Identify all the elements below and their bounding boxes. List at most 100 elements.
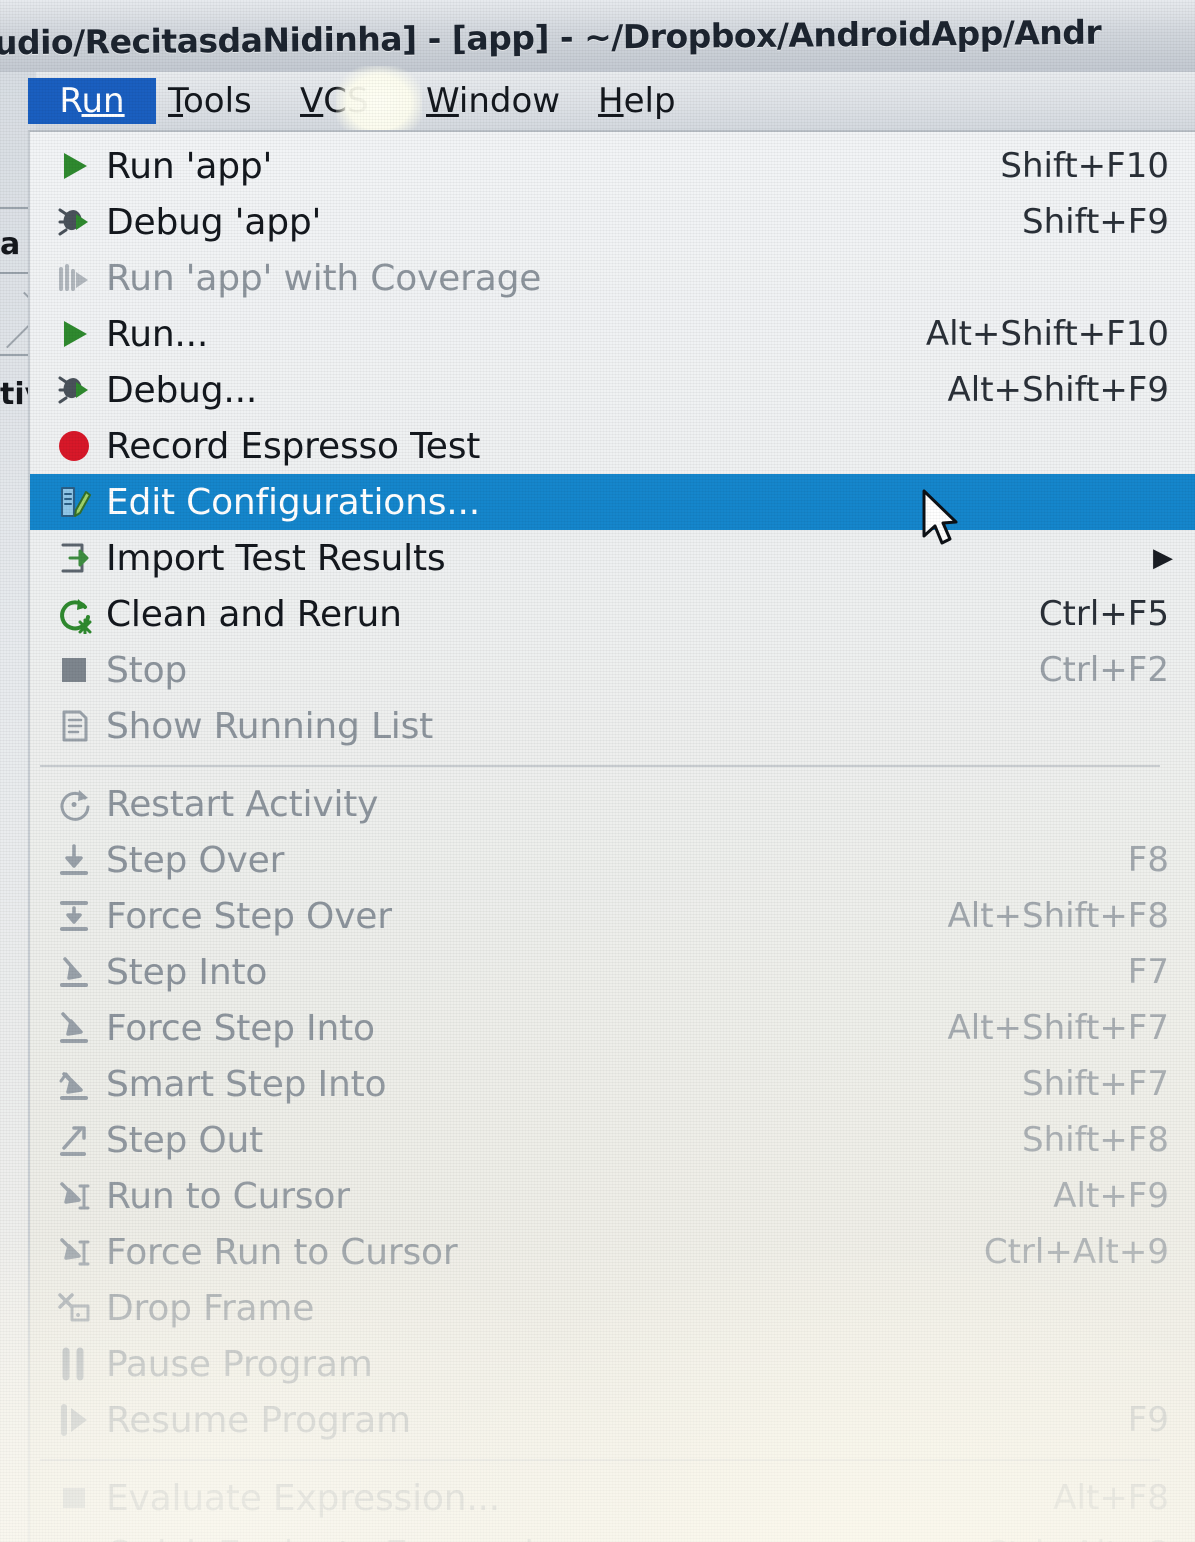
drop-frame-icon [48,1280,100,1336]
menu-item-drop-frame: Drop Frame [30,1280,1195,1336]
menubar-tools-label: Tools [168,81,252,121]
menubar-run-label: Run [59,81,125,121]
menu-item-label: Quick Evaluate Expression [106,1526,579,1542]
resume-icon [48,1392,100,1448]
menu-item-debug[interactable]: Debug... Alt+Shift+F9 [30,362,1195,418]
menu-item-shortcut: Alt+Shift+F9 [947,370,1169,410]
menu-item-step-over: Step Over F8 [30,832,1195,888]
force-step-into-icon [48,1000,100,1056]
menubar-item-run[interactable]: Run [28,78,156,124]
run-dropdown-menu: Run 'app' Shift+F10 Debug 'app' Shift+F9 Run… [28,130,1195,1542]
menu-item-step-into: Step Into F7 [30,944,1195,1000]
screen-photo: udio/RecitasdaNidinha] - [app] - ~/Dropb… [0,0,1195,1542]
force-step-over-icon [48,888,100,944]
evaluate-expression-icon [48,1470,100,1526]
menu-item-pause-program: Pause Program [30,1336,1195,1392]
menubar-vcs-label: VCS [300,81,369,121]
menu-item-label: Pause Program [106,1343,373,1385]
run-play-icon [48,306,100,362]
menu-item-label: Record Espresso Test [106,425,481,467]
debug-bug-icon [48,194,100,250]
submenu-arrow-icon: ▶ [1153,543,1173,573]
menu-item-resume-program: Resume Program F9 [30,1392,1195,1448]
menu-item-label: Debug 'app' [106,201,322,243]
menu-item-clean-and-rerun[interactable]: Clean and Rerun Ctrl+F5 [30,586,1195,642]
menu-item-evaluate-expression: Evaluate Expression... Alt+F8 [30,1470,1195,1526]
menubar-item-window[interactable]: Window [414,78,572,124]
menu-item-shortcut: F7 [1127,952,1169,992]
menubar-item-vcs[interactable]: VCS [288,78,381,124]
menu-item-label: Step Over [106,839,285,881]
menubar-item-help[interactable]: Help [586,78,688,124]
menu-item-smart-step-into: Smart Step Into Shift+F7 [30,1056,1195,1112]
menu-item-label: Restart Activity [106,783,379,825]
menu-item-step-out: Step Out Shift+F8 [30,1112,1195,1168]
step-out-icon [48,1112,100,1168]
pause-icon [48,1336,100,1392]
menubar-item-tools[interactable]: Tools [156,78,264,124]
run-menu-items: Run 'app' Shift+F10 Debug 'app' Shift+F9 Run… [30,132,1195,1542]
menu-item-stop: Stop Ctrl+F2 [30,642,1195,698]
force-run-to-cursor-icon [48,1224,100,1280]
import-arrow-icon [48,530,100,586]
menu-item-label: Drop Frame [106,1287,315,1329]
clean-rerun-icon [48,586,100,642]
menu-item-shortcut: Alt+Shift+F7 [947,1008,1169,1048]
menu-item-record-espresso-test[interactable]: Record Espresso Test [30,418,1195,474]
menu-item-label: Run 'app' [106,145,273,187]
menu-item-shortcut: Shift+F8 [1022,1120,1169,1160]
run-play-icon [48,138,100,194]
menu-item-run-to-cursor: Run to Cursor Alt+F9 [30,1168,1195,1224]
menu-bar: Run Tools VCS Window Help [28,72,1195,130]
menu-item-shortcut: Shift+F10 [1000,146,1169,186]
menu-item-label: Force Run to Cursor [106,1231,458,1273]
menu-item-shortcut: F9 [1127,1400,1169,1440]
menu-item-edit-configurations[interactable]: Edit Configurations... [30,474,1195,530]
menu-item-restart-activity: Restart Activity [30,776,1195,832]
window-titlebar: udio/RecitasdaNidinha] - [app] - ~/Dropb… [0,0,1195,72]
menubar-window-label: Window [426,81,561,121]
menu-item-force-step-over: Force Step Over Alt+Shift+F8 [30,888,1195,944]
run-to-cursor-icon [48,1168,100,1224]
menu-item-label: Force Step Into [106,1007,375,1049]
menu-item-shortcut: Alt+Shift+F8 [947,896,1169,936]
menu-item-shortcut: Ctrl+F5 [1038,594,1169,634]
record-circle-icon [48,418,100,474]
menu-item-label: Run... [106,313,209,355]
menu-item-run-app[interactable]: Run 'app' Shift+F10 [30,138,1195,194]
menu-item-force-step-into: Force Step Into Alt+Shift+F7 [30,1000,1195,1056]
smart-step-into-icon [48,1056,100,1112]
menu-item-label: Force Step Over [106,895,392,937]
menu-item-label: Run 'app' with Coverage [106,257,542,299]
menu-item-shortcut: Shift+F7 [1022,1064,1169,1104]
menu-item-label: Smart Step Into [106,1063,387,1105]
menu-separator [40,1459,1160,1461]
coverage-icon [48,250,100,306]
menu-item-import-test-results[interactable]: Import Test Results ▶ [30,530,1195,586]
menu-item-shortcut: Alt+Shift+F10 [925,314,1169,354]
menu-item-shortcut: Alt+F9 [1053,1176,1169,1216]
menu-item-label: Step Out [106,1119,264,1161]
menu-item-label: Edit Configurations... [106,481,480,523]
menu-item-run-app-with-coverage: Run 'app' with Coverage [30,250,1195,306]
menu-item-debug-app[interactable]: Debug 'app' Shift+F9 [30,194,1195,250]
restart-activity-icon [48,776,100,832]
menu-item-label: Import Test Results [106,537,446,579]
menubar-help-label: Help [598,81,676,121]
running-list-icon [48,698,100,754]
menu-item-run[interactable]: Run... Alt+Shift+F10 [30,306,1195,362]
menu-item-shortcut: Alt+F8 [1053,1478,1169,1518]
menu-item-shortcut: Ctrl+Alt+8 [984,1526,1169,1542]
edit-configurations-icon [48,474,100,530]
no-icon [48,1526,100,1542]
stop-square-icon [48,642,100,698]
window-title: udio/RecitasdaNidinha] - [app] - ~/Dropb… [0,12,1102,63]
step-into-icon [48,944,100,1000]
menu-item-shortcut: Ctrl+Alt+9 [983,1232,1169,1272]
menu-item-quick-evaluate-expression: Quick Evaluate Expression Ctrl+Alt+8 [30,1526,1195,1542]
menu-item-shortcut: Ctrl+F2 [1038,650,1169,690]
menu-item-shortcut: Shift+F9 [1022,202,1169,242]
menu-item-force-run-to-cursor: Force Run to Cursor Ctrl+Alt+9 [30,1224,1195,1280]
debug-bug-icon [48,362,100,418]
menu-separator [40,765,1160,767]
